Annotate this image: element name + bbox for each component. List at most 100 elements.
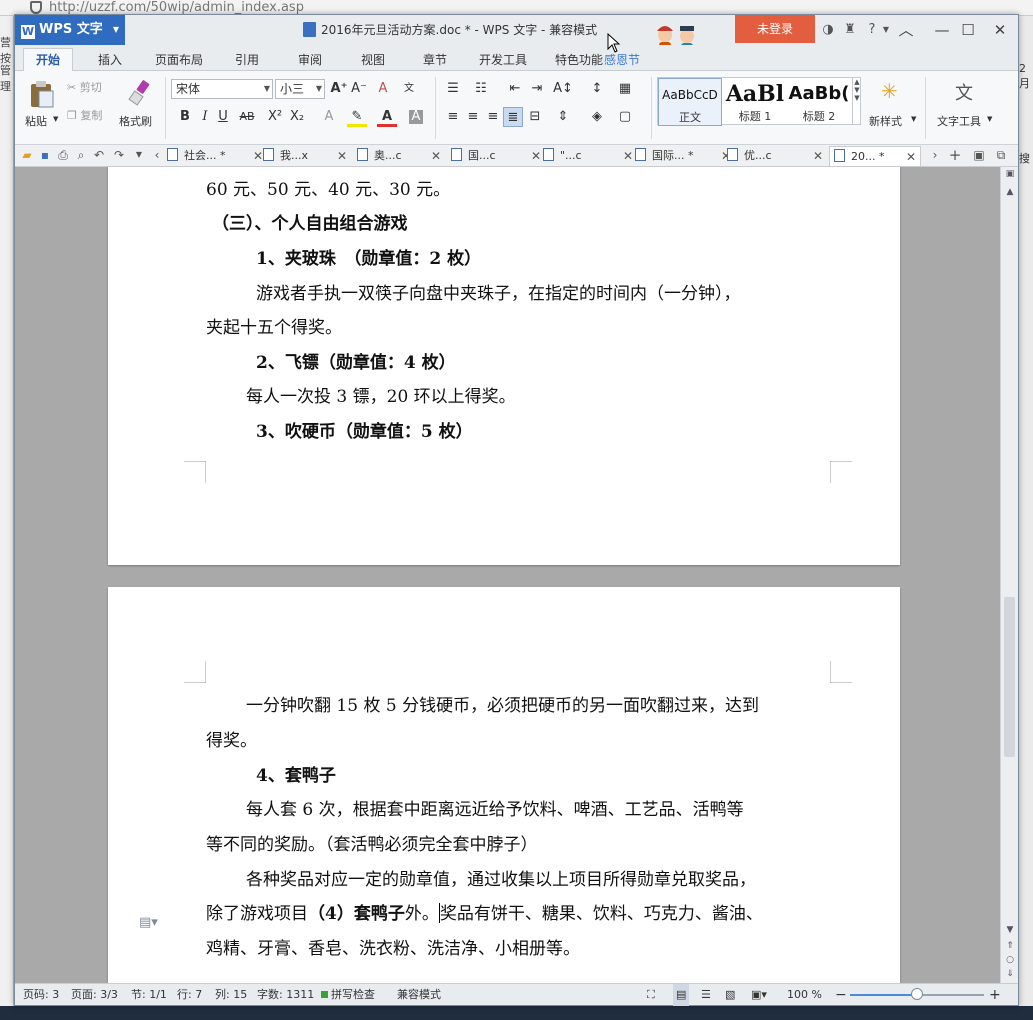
close-icon[interactable]: ✕: [531, 146, 541, 166]
print-icon[interactable]: ⎙: [55, 147, 71, 163]
strikethrough-icon[interactable]: AB: [237, 107, 257, 127]
justify-icon[interactable]: ≣: [503, 107, 523, 127]
paste-button[interactable]: 粘贴 ▼: [23, 75, 63, 135]
font-name-select[interactable]: 宋体 ▼: [171, 79, 273, 99]
tab-references[interactable]: 引用: [235, 50, 259, 71]
tab-developer[interactable]: 开发工具: [479, 50, 527, 71]
undo-icon[interactable]: ↶: [91, 147, 107, 163]
login-button[interactable]: 未登录: [735, 15, 815, 43]
tab-home[interactable]: 开始: [23, 48, 74, 72]
underline-icon[interactable]: U: [213, 107, 233, 127]
shading-icon[interactable]: ◈: [587, 107, 607, 127]
save-icon[interactable]: ▪: [37, 147, 53, 163]
document-tab-active[interactable]: 20... * ✕: [829, 146, 921, 166]
tab-review[interactable]: 审阅: [298, 50, 322, 71]
close-icon[interactable]: ✕: [337, 146, 347, 166]
table-grid-icon[interactable]: ▦: [615, 79, 635, 99]
highlight-icon[interactable]: ✎: [347, 107, 367, 127]
wps-menu-button[interactable]: W WPS 文字 ▼: [15, 15, 125, 45]
vertical-scrollbar[interactable]: ▣ ▲ ▼ ⇑ ○ ⇓: [1000, 167, 1018, 983]
cut-button[interactable]: ✂ 剪切: [67, 79, 102, 95]
phonetic-guide-icon[interactable]: 文: [399, 79, 419, 99]
char-shading-icon[interactable]: A: [409, 110, 423, 124]
document-tab[interactable]: 奥...c ✕: [357, 146, 441, 166]
increase-indent-icon[interactable]: ⇥: [527, 79, 547, 99]
scroll-up-icon[interactable]: ▲: [1004, 187, 1016, 201]
scrollbar-thumb[interactable]: [1004, 597, 1015, 757]
distributed-icon[interactable]: ⊟: [525, 107, 545, 127]
select-browse-object-icon[interactable]: ○: [1004, 955, 1016, 969]
subscript-icon[interactable]: X₂: [287, 107, 307, 127]
next-page-icon[interactable]: ⇓: [1004, 969, 1016, 983]
document-tab[interactable]: "...c ✕: [543, 146, 633, 166]
scroll-top-icon[interactable]: ▣: [1004, 169, 1016, 183]
numbered-list-icon[interactable]: ☷: [471, 79, 491, 99]
redo-icon[interactable]: ↷: [111, 147, 127, 163]
document-tab[interactable]: 我...x ✕: [263, 146, 347, 166]
tab-special-features[interactable]: 特色功能: [555, 50, 603, 71]
document-area[interactable]: 60 元、50 元、40 元、30 元。 （三）、个人自由组合游戏 1、夹玻珠 …: [15, 167, 1000, 983]
print-preview-icon[interactable]: ⌕: [73, 147, 89, 163]
style-heading-2[interactable]: AaBb( 标题 2: [788, 78, 850, 126]
close-icon[interactable]: ✕: [431, 146, 441, 166]
zoom-in-icon[interactable]: +: [989, 984, 1001, 1006]
tab-chapter[interactable]: 章节: [423, 50, 447, 71]
tab-view[interactable]: 视图: [361, 50, 385, 71]
page[interactable]: 60 元、50 元、40 元、30 元。 （三）、个人自由组合游戏 1、夹玻珠 …: [108, 167, 900, 565]
open-folder-icon[interactable]: ▰: [19, 147, 35, 163]
page[interactable]: 一分钟吹翻 15 枚 5 分钱硬币，必须把硬币的另一面吹翻过来，达到 得奖。 4…: [108, 587, 900, 983]
align-center-icon[interactable]: ≡: [463, 107, 483, 127]
border-icon[interactable]: ▢: [615, 107, 635, 127]
zoom-level[interactable]: 100 %: [787, 984, 822, 1006]
close-icon[interactable]: ✕: [906, 147, 916, 167]
font-size-select[interactable]: 小三 ▼: [275, 79, 325, 99]
tabs-scroll-right-icon[interactable]: ›: [927, 147, 943, 163]
outline-view-icon[interactable]: ☰: [701, 984, 711, 1006]
reading-view-icon[interactable]: ▧: [725, 984, 735, 1006]
fullscreen-icon[interactable]: ⛶: [647, 984, 655, 1006]
close-icon[interactable]: ✕: [813, 146, 823, 166]
new-tab-icon[interactable]: +: [947, 147, 963, 163]
restore-icon[interactable]: ⧉: [993, 147, 1009, 163]
tab-thanksgiving[interactable]: 感恩节: [604, 50, 640, 71]
text-effect-icon[interactable]: A: [319, 107, 339, 127]
close-icon[interactable]: ✕: [623, 146, 633, 166]
spell-check-toggle[interactable]: 拼写检查: [321, 984, 375, 1006]
superscript-icon[interactable]: X²: [265, 107, 285, 127]
new-style-button[interactable]: ✳ 新样式 ▼: [867, 75, 919, 135]
shrink-font-icon[interactable]: A⁻: [349, 79, 369, 99]
bullet-list-icon[interactable]: ☰: [443, 79, 463, 99]
chinese-layout-icon[interactable]: A↕: [553, 79, 573, 99]
skin-icon[interactable]: ◑: [819, 21, 837, 39]
sort-icon[interactable]: ↕: [587, 79, 607, 99]
scroll-down-icon[interactable]: ▼: [1004, 925, 1016, 939]
maximize-button[interactable]: ☐: [955, 19, 981, 41]
document-tab[interactable]: 国...c ✕: [451, 146, 541, 166]
minimize-button[interactable]: —: [929, 19, 955, 41]
page-view-icon[interactable]: ▤: [673, 984, 690, 1006]
line-spacing-icon[interactable]: ⇕: [553, 107, 573, 127]
decrease-indent-icon[interactable]: ⇤: [505, 79, 525, 99]
style-heading-1[interactable]: AaBl 标题 1: [724, 78, 786, 126]
tab-insert[interactable]: 插入: [98, 50, 122, 71]
chevron-down-icon[interactable]: ▼: [131, 147, 147, 163]
document-tab[interactable]: 优...c ✕: [727, 146, 823, 166]
tabs-scroll-left-icon[interactable]: ‹: [149, 147, 165, 163]
styles-scroll[interactable]: ▲ ▼ ▼: [852, 78, 861, 124]
status-word-count[interactable]: 字数: 1311: [257, 984, 314, 1006]
close-button[interactable]: ✕: [987, 19, 1013, 41]
zoom-out-icon[interactable]: −: [835, 984, 847, 1006]
style-normal[interactable]: AaBbCcD 正文: [658, 78, 722, 126]
shirt-icon[interactable]: ♜: [841, 21, 859, 39]
collapse-ribbon-icon[interactable]: ︿: [893, 19, 919, 41]
bold-icon[interactable]: B: [175, 107, 195, 127]
italic-icon[interactable]: I: [195, 107, 215, 127]
align-left-icon[interactable]: ≡: [443, 107, 463, 127]
text-tools-button[interactable]: 文 文字工具 ▼: [933, 75, 999, 135]
zoom-slider-handle[interactable]: [911, 988, 923, 1000]
copy-button[interactable]: ❐ 复制: [67, 107, 102, 123]
font-color-icon[interactable]: A: [377, 107, 397, 127]
tab-page-layout[interactable]: 页面布局: [155, 50, 203, 71]
clear-format-icon[interactable]: A: [373, 79, 393, 99]
document-tab[interactable]: 国际... *✕: [635, 146, 731, 166]
